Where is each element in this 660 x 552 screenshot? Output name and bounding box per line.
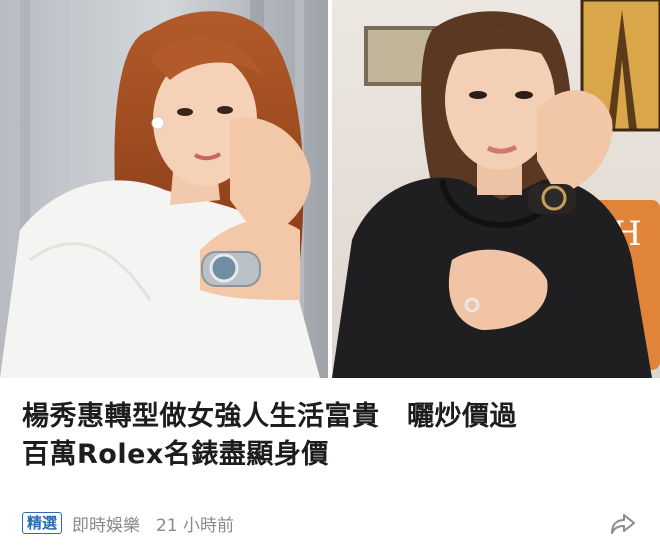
article-images[interactable]: H [0, 0, 660, 378]
left-photo-illustration [0, 0, 328, 378]
article-time: 21 小時前 [156, 515, 235, 536]
left-photo[interactable] [0, 0, 328, 378]
headline-line-1[interactable]: 楊秀惠轉型做女強人生活富貴 曬炒價過 [22, 398, 642, 436]
right-photo[interactable]: H [332, 0, 660, 378]
share-button[interactable] [610, 512, 636, 536]
headline-line-2[interactable]: 百萬Rolex名錶盡顯身價 [22, 436, 642, 474]
article-source[interactable]: 即時娛樂 [72, 511, 140, 536]
article-meta: 精選 即時娛樂 21 小時前 [22, 510, 234, 536]
featured-badge: 精選 [22, 512, 63, 534]
share-icon [611, 514, 635, 534]
right-photo-illustration: H [332, 0, 660, 378]
news-card[interactable]: H 楊秀惠轉型做女強人生活富貴 曬炒價過 百萬Rolex名錶盡顯身價 精選 即時… [0, 0, 660, 552]
article-headline[interactable]: 楊秀惠轉型做女強人生活富貴 曬炒價過 百萬Rolex名錶盡顯身價 [22, 398, 642, 474]
